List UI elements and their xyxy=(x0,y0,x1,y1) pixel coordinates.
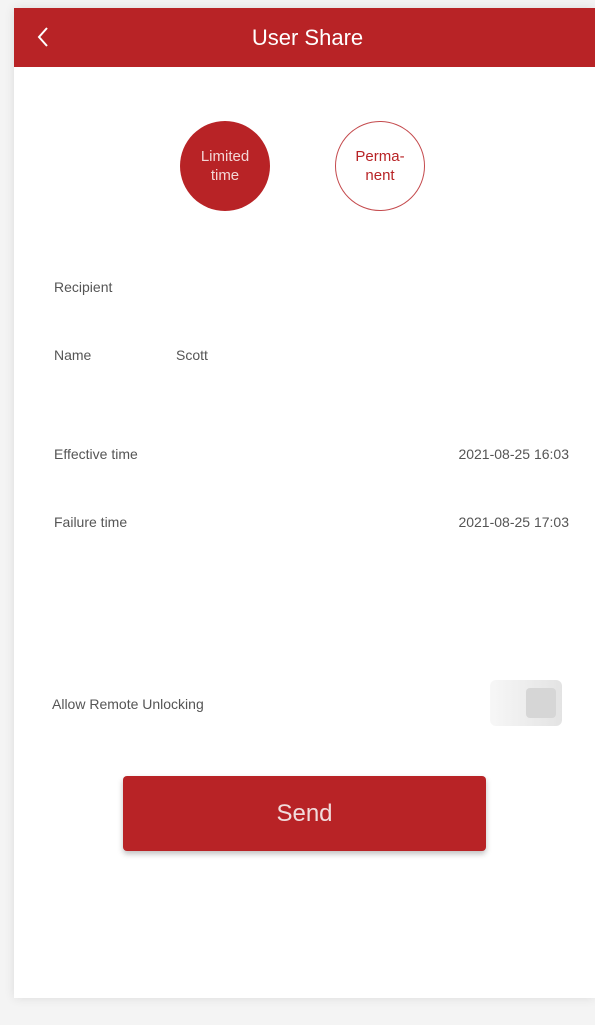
recipient-input[interactable] xyxy=(176,273,556,301)
page-title: User Share xyxy=(251,24,364,50)
remote-unlock-toggle[interactable] xyxy=(490,680,562,726)
app-screen: User Share Limited time Perma- nent Reci… xyxy=(14,8,595,998)
permanent-button[interactable]: Perma- nent xyxy=(335,121,425,211)
failure-time-value: 2021-08-25 17:03 xyxy=(458,514,569,530)
recipient-label: Recipient xyxy=(54,279,113,295)
effective-time-value: 2021-08-25 16:03 xyxy=(458,446,569,462)
chevron-left-icon xyxy=(37,27,48,47)
failure-time-label: Failure time xyxy=(54,514,128,530)
name-label: Name xyxy=(54,347,92,363)
header-bar: User Share xyxy=(14,8,595,67)
limited-time-button[interactable]: Limited time xyxy=(180,121,270,211)
remote-unlock-label: Allow Remote Unlocking xyxy=(52,696,204,712)
back-button[interactable] xyxy=(36,20,76,54)
effective-time-label: Effective time xyxy=(54,446,138,462)
toggle-knob xyxy=(526,688,556,718)
send-button[interactable]: Send xyxy=(123,776,486,851)
name-input[interactable] xyxy=(176,341,556,369)
